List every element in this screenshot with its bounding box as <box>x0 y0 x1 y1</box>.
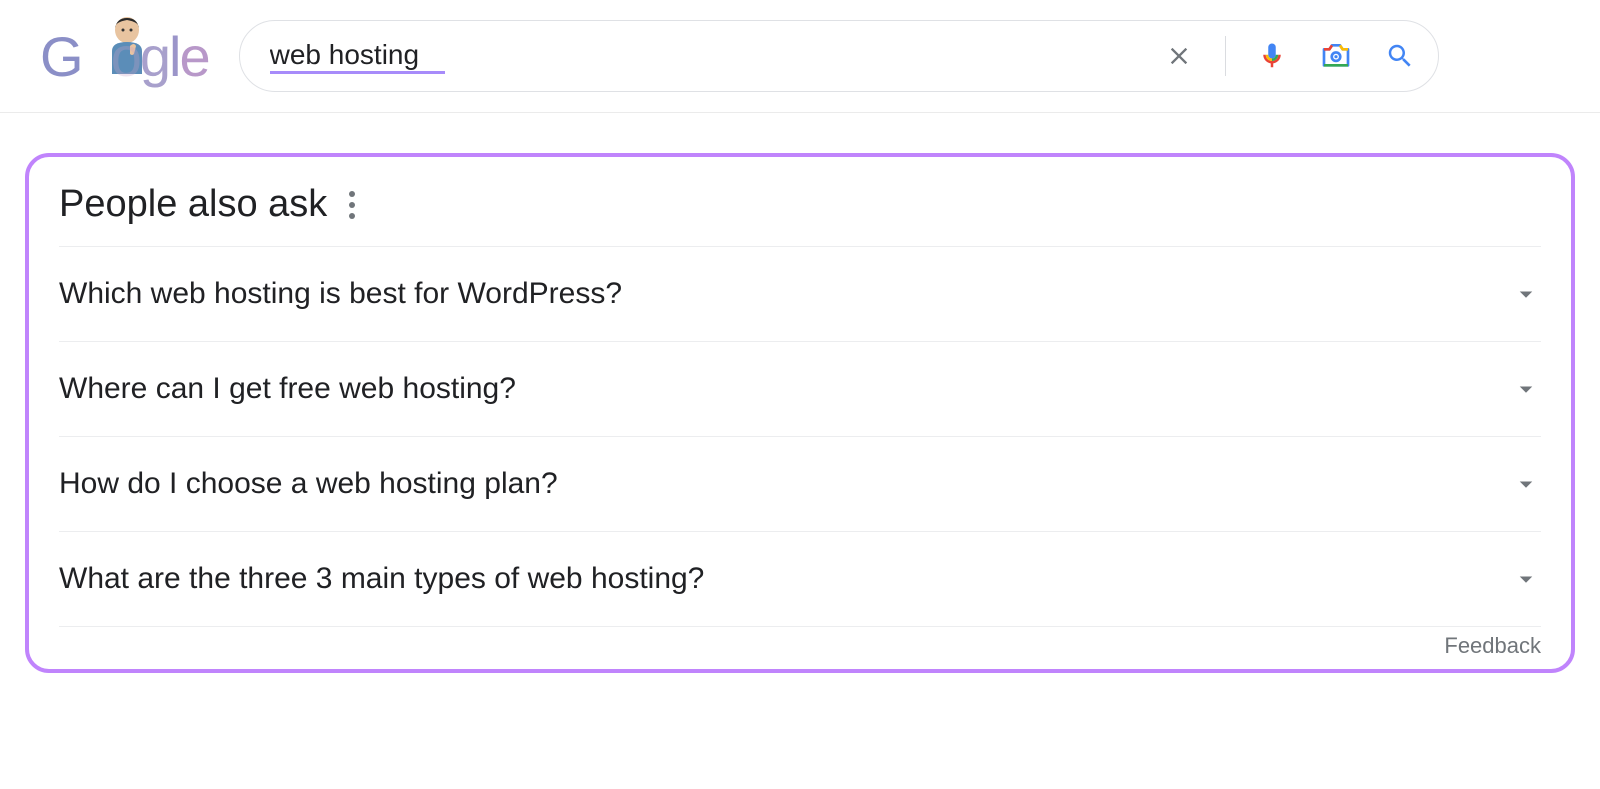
search-header: G oogle <box>0 0 1600 113</box>
paa-question-row[interactable]: Where can I get free web hosting? <box>59 342 1541 437</box>
divider <box>1225 36 1226 76</box>
search-input[interactable] <box>270 39 1161 71</box>
more-options-icon[interactable] <box>349 191 355 219</box>
chevron-down-icon <box>1511 564 1541 594</box>
chevron-down-icon <box>1511 279 1541 309</box>
feedback-link[interactable]: Feedback <box>1444 633 1541 659</box>
search-bar <box>239 20 1439 92</box>
voice-search-icon[interactable] <box>1254 38 1290 74</box>
image-search-icon[interactable] <box>1318 38 1354 74</box>
paa-question-text: Which web hosting is best for WordPress? <box>59 277 622 311</box>
chevron-down-icon <box>1511 469 1541 499</box>
paa-question-text: Where can I get free web hosting? <box>59 372 516 406</box>
feedback-row: Feedback <box>59 627 1541 659</box>
query-underline <box>270 71 445 74</box>
paa-question-text: What are the three 3 main types of web h… <box>59 562 704 596</box>
search-action-icons <box>1161 36 1418 76</box>
paa-question-text: How do I choose a web hosting plan? <box>59 467 558 501</box>
paa-title: People also ask <box>59 183 327 226</box>
people-also-ask-card: People also ask Which web hosting is bes… <box>25 153 1575 673</box>
chevron-down-icon <box>1511 374 1541 404</box>
clear-icon[interactable] <box>1161 38 1197 74</box>
paa-header: People also ask <box>59 183 1541 247</box>
paa-question-row[interactable]: Which web hosting is best for WordPress? <box>59 247 1541 342</box>
paa-question-row[interactable]: What are the three 3 main types of web h… <box>59 532 1541 627</box>
paa-question-row[interactable]: How do I choose a web hosting plan? <box>59 437 1541 532</box>
search-icon[interactable] <box>1382 38 1418 74</box>
google-logo[interactable]: G oogle <box>40 24 209 89</box>
